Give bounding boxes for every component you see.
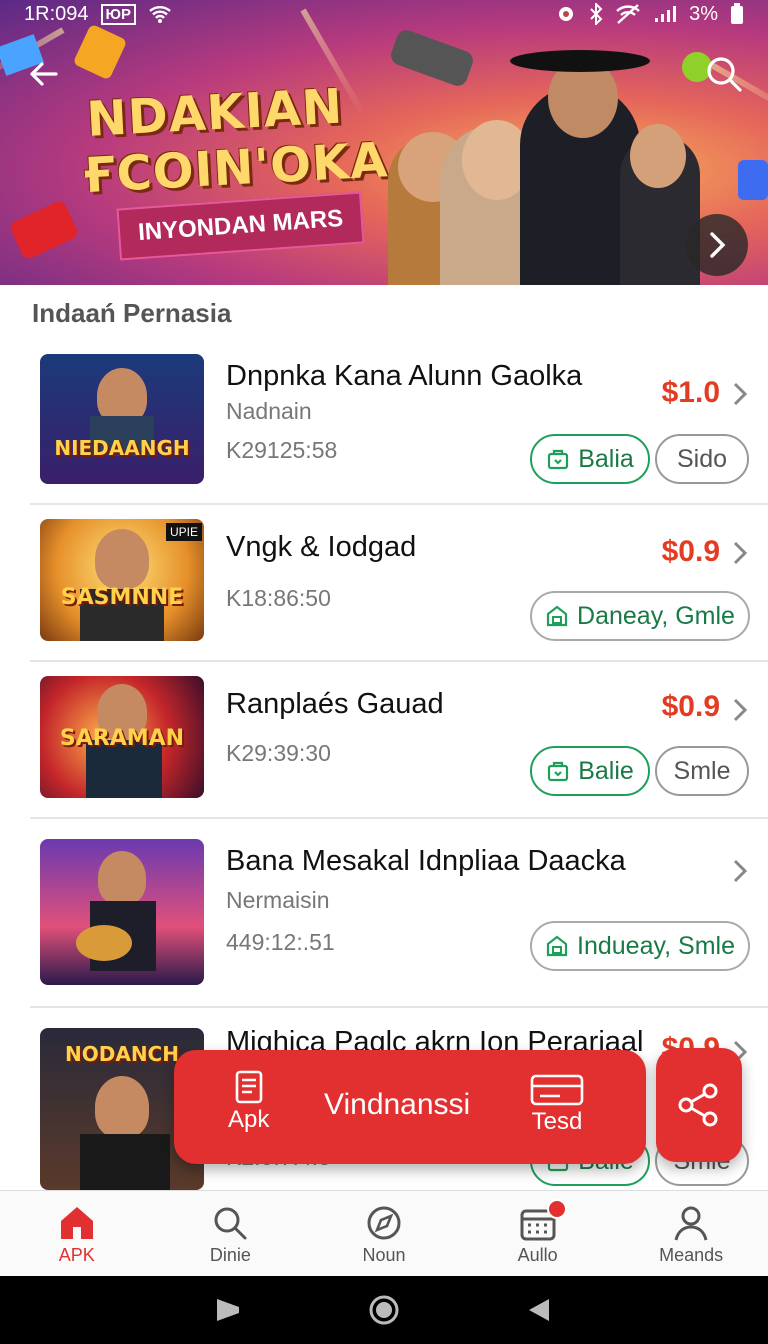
item-action-pill[interactable]: Balie [530,746,650,796]
item-thumbnail [40,839,204,985]
item-subtitle: Nadnain [226,398,312,424]
item-thumbnail: SARAMAN [40,676,204,798]
item-code: K29125:58 [226,437,338,463]
chevron-right-icon[interactable] [730,539,750,567]
item-title: Ranplaés Gauad [226,688,444,720]
signal-icon [655,6,677,22]
system-navigation-bar [0,1276,768,1344]
banner-title: NDAKIAN ҒCOIN'OKA [82,76,389,204]
floating-action-bar: Apk Vindnanssi Tesd [174,1050,646,1164]
fab-main-button[interactable]: Vindnanssi [324,1088,470,1122]
guitar-illustration [76,925,132,961]
item-thumbnail: NIEDAANGH [40,354,204,484]
share-icon [678,1083,718,1127]
item-action-pill[interactable]: Daneay, Gmle [530,591,750,641]
list-item[interactable]: SARAMAN Ranplaés Gauad K29:39:30 $0.9 Ba… [0,662,768,818]
gem-decoration [72,23,128,81]
search-icon [214,1207,247,1240]
item-price: $1.0 [661,376,720,409]
list-item[interactable]: SASMNNE UPIE Vngk & Iodgad K18:86:50 $0.… [0,505,768,661]
wifi-off-icon [616,4,640,24]
nav-label: APK [58,1245,95,1265]
wifi-icon [149,6,171,23]
nav-item-aullo[interactable]: Aullo [461,1191,615,1276]
tesd-button[interactable]: Tesd [530,1074,584,1136]
item-subtitle: Nermaisin [226,887,330,913]
document-icon [235,1070,262,1104]
tesd-button-label: Tesd [531,1108,583,1135]
item-price: $0.9 [661,535,720,568]
compass-icon [367,1206,401,1240]
home-circle-icon[interactable] [368,1294,400,1326]
share-button[interactable] [656,1048,742,1162]
nav-label: Dinie [209,1245,251,1265]
gem-decoration [738,160,768,200]
battery-text: 3% [689,2,718,25]
back-triangle-icon[interactable] [525,1295,555,1325]
item-price: $0.9 [661,690,720,723]
item-title: Bana Mesakal Idnpliaa Daacka [226,845,626,877]
thumbnail-title: NIEDAANGH [54,436,190,460]
status-bar: 1R:094 ЮР 3% [0,0,768,28]
item-code: K29:39:30 [226,740,331,766]
item-title: Dnpnka Kana Alunn Gaolka [226,360,583,392]
notification-badge [546,1199,567,1219]
bottom-navigation: APK Dinie Noun Aullo Meands [0,1190,768,1276]
home-icon [60,1207,93,1239]
recents-icon[interactable] [213,1295,243,1325]
item-action-pill[interactable]: Indueay, Smle [530,921,750,971]
nav-label: Noun [362,1245,406,1265]
item-secondary-pill[interactable]: Sido [655,434,749,484]
bag-icon [548,449,569,470]
app-badge: ЮР [100,3,136,25]
search-icon[interactable] [704,54,744,94]
nav-item-dinie[interactable]: Dinie [154,1191,308,1276]
item-secondary-pill[interactable]: Smle [655,746,749,796]
store-icon [546,935,568,957]
nav-label: Aullo [517,1245,558,1265]
nav-item-apk[interactable]: APK [0,1191,154,1276]
hero-banner[interactable]: 1R:094 ЮР 3% NDAKIAN ҒCOIN'OKA INYONDAN … [0,0,768,285]
item-secondary-label: Smle [673,756,731,785]
chevron-right-icon[interactable] [730,380,750,408]
chevron-right-icon [710,232,726,258]
apk-button-label: Apk [228,1106,270,1133]
bluetooth-icon [590,3,603,25]
item-secondary-label: Sido [676,444,728,473]
status-time: 1R:094 [24,2,89,25]
thumbnail-corner-label: UPIE [165,523,202,541]
banner-subtitle: INYONDAN MARS [116,191,365,261]
back-arrow-icon[interactable] [26,56,62,92]
list-item[interactable]: Bana Mesakal Idnpliaa Daacka Nermaisin 4… [0,819,768,1007]
item-code: 449:12:.51 [226,929,335,955]
item-title: Vngk & Iodgad [226,531,417,563]
thumbnail-title: SARAMAN [59,726,185,751]
person-icon [674,1206,708,1241]
settings-icon [559,7,574,21]
item-action-label: Balia [578,444,634,473]
nav-item-meands[interactable]: Meands [614,1191,768,1276]
battery-icon [731,3,743,24]
nav-item-noun[interactable]: Noun [307,1191,461,1276]
nav-label: Meands [659,1245,724,1265]
apk-button[interactable]: Apk [228,1070,269,1134]
banner-characters-illustration [370,27,710,285]
item-thumbnail: SASMNNE UPIE [40,519,204,641]
list-item[interactable]: NIEDAANGH Dnpnka Kana Alunn Gaolka Nadna… [0,340,768,504]
item-action-label: Balie [578,756,634,785]
section-title: Indaań Pernasia [32,298,232,328]
gem-decoration [8,199,80,261]
chevron-right-icon[interactable] [730,696,750,724]
item-action-pill[interactable]: Balia [530,434,650,484]
card-icon [530,1074,584,1106]
item-code: K18:86:50 [226,585,331,611]
bag-icon [548,761,569,782]
item-action-label: Daneay, Gmle [577,601,735,630]
chevron-right-icon[interactable] [730,857,750,885]
item-action-label: Indueay, Smle [577,931,735,960]
banner-next-button[interactable] [686,214,748,276]
thumbnail-title: SASMNNE [60,585,184,610]
store-icon [546,605,568,627]
